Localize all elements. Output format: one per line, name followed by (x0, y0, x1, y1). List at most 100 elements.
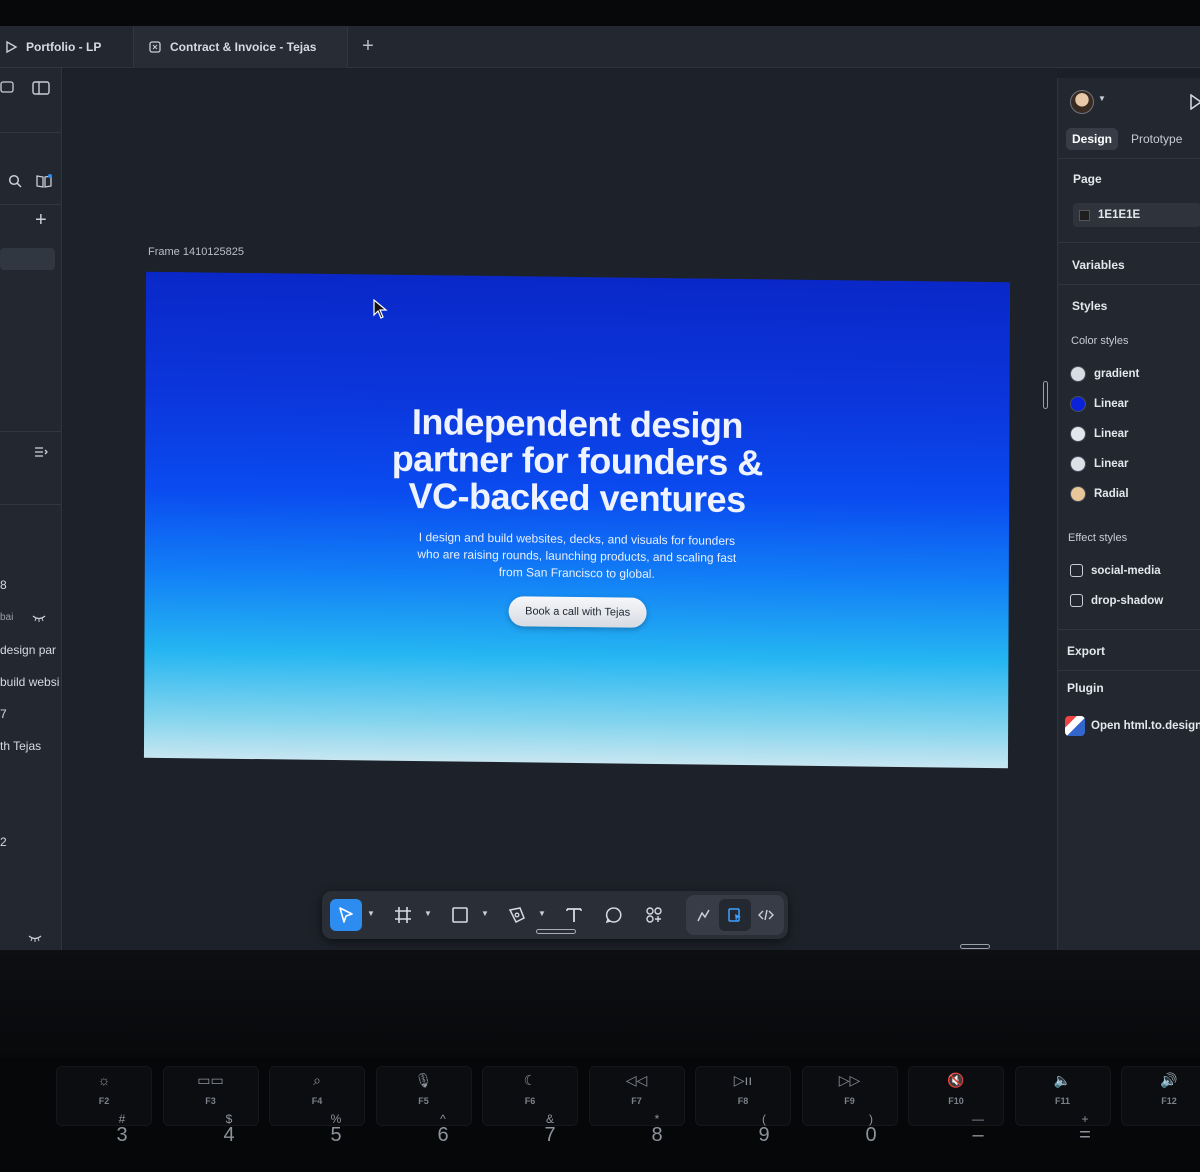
text-icon (566, 908, 582, 922)
number-key-digit: 5 (330, 1124, 342, 1146)
number-key[interactable]: — – (930, 1112, 1026, 1147)
chevron-down-icon[interactable]: ▼ (1098, 94, 1106, 103)
number-key-digit: 3 (116, 1124, 128, 1146)
number-key-digit: 9 (758, 1124, 770, 1146)
move-tool-button[interactable] (330, 899, 362, 931)
canvas-scrollbar[interactable] (1043, 381, 1048, 409)
new-tab-button[interactable]: + (356, 34, 380, 58)
text-tool-button[interactable] (558, 899, 590, 931)
layer-item[interactable]: bai (0, 612, 20, 623)
figma-file-icon (149, 41, 161, 53)
number-key[interactable]: + = (1037, 1112, 1133, 1147)
export-section-title[interactable]: Export (1067, 644, 1105, 658)
cursor-arrow-icon (339, 907, 353, 923)
function-key-label: F7 (631, 1096, 642, 1106)
function-key-glyph: ◁◁ (625, 1072, 648, 1088)
page-section-title: Page (1073, 172, 1102, 186)
effect-style-item[interactable]: social-media (1070, 564, 1161, 577)
add-page-icon[interactable]: + (35, 209, 47, 232)
color-style-name: Linear (1094, 398, 1129, 410)
number-key[interactable]: (9 (716, 1112, 812, 1147)
color-style-item[interactable]: Linear (1070, 456, 1129, 472)
hero-frame[interactable]: Independent design partner for founders … (143, 271, 1011, 769)
number-key[interactable]: #3 (74, 1112, 170, 1147)
components-icon (646, 907, 662, 923)
html-to-design-icon (1065, 716, 1085, 736)
dev-mode-button[interactable] (750, 899, 782, 931)
frame-tool-button[interactable] (387, 899, 419, 931)
color-style-name: Linear (1094, 458, 1129, 470)
shape-tool-button[interactable] (444, 899, 476, 931)
tab-label: Contract & Invoice - Tejas (170, 40, 317, 54)
function-key-label: F4 (311, 1096, 323, 1106)
assets-icon[interactable] (0, 80, 14, 94)
code-icon (758, 909, 774, 921)
number-key[interactable]: $4 (181, 1112, 277, 1147)
horizontal-scrollbar[interactable] (960, 944, 990, 949)
number-key[interactable]: ^ 6 (395, 1112, 491, 1147)
hero-subtitle[interactable]: I design and build websites, decks, and … (415, 529, 739, 584)
function-key-label: F8 (737, 1096, 749, 1106)
number-key[interactable]: * 8 (609, 1112, 705, 1147)
number-key-digit: 8 (651, 1124, 663, 1146)
chevron-down-icon[interactable]: ▼ (481, 909, 489, 918)
layer-item[interactable]: 2 (0, 835, 60, 849)
layer-item[interactable]: th Tejas (0, 739, 60, 753)
selected-page-row[interactable] (0, 248, 55, 270)
design-canvas[interactable]: Frame 1410125825 Independent design part… (63, 69, 1057, 950)
number-key[interactable]: % 5 (288, 1112, 384, 1147)
color-style-item[interactable]: Linear (1070, 426, 1129, 442)
variables-section-title[interactable]: Variables (1072, 258, 1125, 272)
layer-item[interactable]: 8 (0, 578, 60, 592)
draw-mode-button[interactable] (688, 899, 720, 931)
frame-icon (395, 907, 411, 923)
properties-panel: ▼ Design Prototype Page 1E1E1E Variables… (960, 78, 1200, 950)
hero-title[interactable]: Independent design partner for founders … (145, 400, 1009, 522)
page-color-field[interactable]: 1E1E1E (1073, 203, 1200, 227)
design-mode-button[interactable] (719, 899, 751, 931)
present-play-icon[interactable] (1190, 94, 1200, 110)
divider (1058, 242, 1200, 243)
layer-item[interactable]: design par (0, 643, 60, 657)
function-key-glyph: 🎙 (414, 1072, 433, 1088)
comment-tool-button[interactable] (598, 899, 630, 931)
divider (0, 431, 62, 432)
color-style-name: gradient (1094, 368, 1140, 380)
pen-icon (508, 907, 525, 924)
actions-tool-button[interactable] (638, 899, 670, 931)
tab-design[interactable]: Design (1066, 128, 1118, 150)
layers-filter-icon[interactable] (34, 445, 48, 459)
number-key-digit: = (1079, 1124, 1091, 1146)
plugin-item[interactable]: Open html.to.design (1065, 716, 1200, 736)
tab-portfolio-lp[interactable]: Portfolio - LP (0, 26, 134, 68)
function-key-glyph: ☾ (523, 1072, 537, 1088)
tab-prototype[interactable]: Prototype (1131, 128, 1182, 150)
frame-label[interactable]: Frame 1410125825 (148, 246, 244, 258)
pen-tool-button[interactable] (501, 899, 533, 931)
toolbar-handle[interactable] (536, 929, 576, 934)
chevron-down-icon[interactable]: ▼ (424, 909, 432, 918)
sidebar-toggle-icon[interactable] (32, 80, 50, 96)
hidden-eye-icon[interactable] (28, 933, 42, 943)
color-style-item[interactable]: gradient (1070, 366, 1139, 382)
library-icon[interactable] (35, 173, 53, 189)
function-key-label: F9 (844, 1096, 855, 1106)
hidden-eye-icon[interactable] (32, 613, 46, 623)
number-key[interactable]: & 7 (502, 1112, 598, 1147)
chevron-down-icon[interactable]: ▼ (538, 909, 546, 918)
layer-item[interactable]: build websi (0, 675, 60, 689)
avatar[interactable] (1070, 90, 1094, 114)
color-swatch (1070, 456, 1086, 472)
chevron-down-icon[interactable]: ▼ (367, 909, 375, 918)
book-call-button[interactable]: Book a call with Tejas (508, 596, 647, 628)
number-key[interactable]: ) 0 (823, 1112, 919, 1147)
effect-style-item[interactable]: drop-shadow (1070, 594, 1163, 607)
search-icon[interactable] (8, 174, 22, 188)
plugin-section-title: Plugin (1067, 681, 1104, 695)
tab-contract-invoice[interactable]: Contract & Invoice - Tejas (134, 26, 348, 68)
function-key-glyph: ☼ (97, 1072, 111, 1088)
function-key-glyph: ▷ıı (733, 1072, 753, 1088)
color-style-item[interactable]: Linear (1070, 396, 1129, 412)
layer-item[interactable]: 7 (0, 707, 60, 721)
color-style-item[interactable]: Radial (1070, 486, 1129, 502)
